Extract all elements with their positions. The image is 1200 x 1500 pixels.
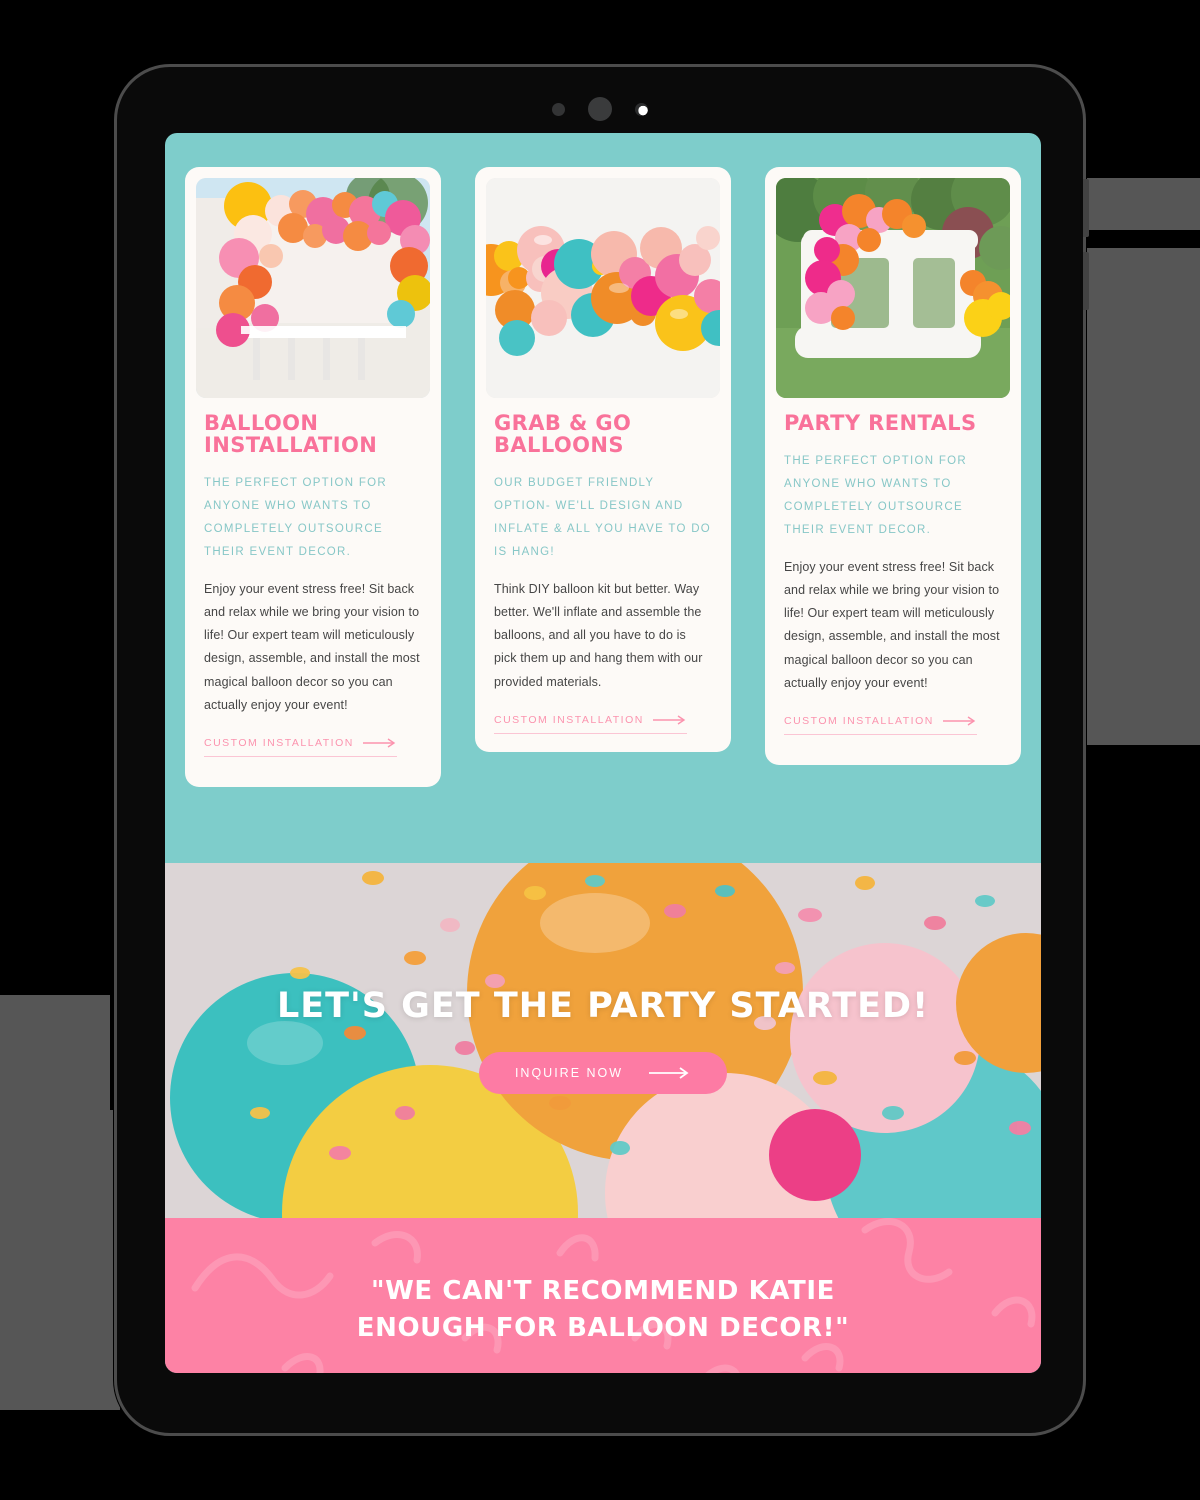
proximity-sensor-icon [552,102,565,116]
card-subtitle: THE PERFECT OPTION FOR ANYONE WHO WANTS … [784,455,968,537]
teal-spacer [165,787,1041,863]
service-card-grab-and-go[interactable]: GRAB & GO BALLOONS OUR BUDGET FRIENDLY O… [475,167,731,752]
arrow-right-icon [942,716,976,726]
background-shape [0,1110,120,1410]
hero-content: LET'S GET THE PARTY STARTED! INQUIRE NOW [165,863,1041,1218]
card-subtitle: OUR BUDGET FRIENDLY OPTION- WE'LL DESIGN… [494,477,712,559]
card-body: BALLOON INSTALLATION THE PERFECT OPTION … [196,398,430,757]
camera-sensor-row [117,97,1083,121]
background-shape [1085,285,1200,745]
balloon-arch-photo [196,178,430,398]
volume-up-button[interactable] [1083,179,1089,237]
testimonial-banner: "WE CAN'T RECOMMEND KATIE ENOUGH FOR BAL… [165,1217,1041,1373]
arrow-right-icon [362,738,396,748]
hero-banner: LET'S GET THE PARTY STARTED! INQUIRE NOW [165,862,1041,1218]
link-label: CUSTOM INSTALLATION [494,713,644,726]
card-title: BALLOON INSTALLATION [204,411,378,458]
link-label: CUSTOM INSTALLATION [784,714,934,727]
inquire-now-button[interactable]: INQUIRE NOW [478,1052,728,1095]
card-description: Think DIY balloon kit but better. Way be… [494,582,703,689]
card-title: GRAB & GO BALLOONS [494,411,632,458]
volume-down-button[interactable] [1083,252,1089,310]
link-label: CUSTOM INSTALLATION [204,736,354,749]
tablet-screen: BALLOON INSTALLATION THE PERFECT OPTION … [165,133,1041,1373]
service-card-balloon-installation[interactable]: BALLOON INSTALLATION THE PERFECT OPTION … [185,167,441,787]
service-card-party-rentals[interactable]: PARTY RENTALS THE PERFECT OPTION FOR ANY… [765,167,1021,765]
card-description: Enjoy your event stress free! Sit back a… [204,582,420,712]
cta-label: INQUIRE NOW [514,1066,624,1081]
arrow-right-icon [652,715,686,725]
quote-line-1: "WE CAN'T RECOMMEND KATIE [370,1275,836,1306]
hero-title: LET'S GET THE PARTY STARTED! [276,986,930,1027]
bounce-house-photo [776,178,1010,398]
card-subtitle: THE PERFECT OPTION FOR ANYONE WHO WANTS … [204,477,388,559]
custom-installation-link[interactable]: CUSTOM INSTALLATION [494,714,687,734]
tablet-device-frame: BALLOON INSTALLATION THE PERFECT OPTION … [114,64,1089,1436]
card-description: Enjoy your event stress free! Sit back a… [784,560,1000,690]
service-cards-row: BALLOON INSTALLATION THE PERFECT OPTION … [165,133,1041,787]
custom-installation-link[interactable]: CUSTOM INSTALLATION [784,715,977,735]
speaker-sensor-icon [588,97,612,121]
front-camera-lens-icon [635,102,648,116]
card-body: PARTY RENTALS THE PERFECT OPTION FOR ANY… [776,398,1010,735]
arrow-right-icon [649,1067,689,1080]
quote-line-2: ENOUGH FOR BALLOON DECOR!" [356,1313,850,1344]
background-shape [1085,178,1200,230]
testimonial-quote: "WE CAN'T RECOMMEND KATIE ENOUGH FOR BAL… [357,1273,850,1348]
screenshot-stage: BALLOON INSTALLATION THE PERFECT OPTION … [0,0,1200,1500]
card-title: PARTY RENTALS [784,411,977,435]
custom-installation-link[interactable]: CUSTOM INSTALLATION [204,737,397,757]
balloon-garland-photo [486,178,720,398]
card-body: GRAB & GO BALLOONS OUR BUDGET FRIENDLY O… [486,398,720,734]
